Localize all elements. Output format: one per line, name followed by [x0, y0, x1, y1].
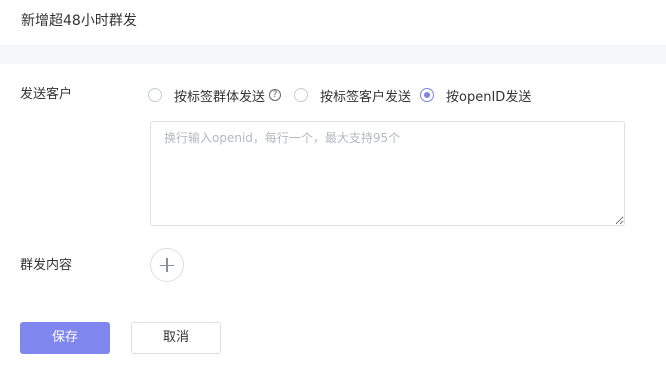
plus-icon-stroke [166, 258, 168, 272]
radio-by-tag-group[interactable]: 按标签群体发送 ? [148, 86, 285, 105]
page-title: 新增超48小时群发 [21, 13, 137, 29]
radio-label: 按标签客户发送 [320, 89, 412, 105]
recipient-label: 发送客户 [20, 87, 73, 102]
radio-label: 按标签群体发送 [174, 89, 266, 105]
radio-button[interactable] [148, 88, 162, 102]
page-header: 新增超48小时群发 [0, 0, 666, 45]
save-button[interactable]: 保存 [20, 322, 110, 354]
radio-button[interactable] [294, 88, 309, 102]
recipient-radio-group: 按标签群体发送 ? 按标签客户发送 按openID发送 [148, 86, 540, 105]
openid-input[interactable] [150, 121, 625, 226]
question-circle-icon[interactable]: ? [269, 89, 282, 101]
radio-button-selected[interactable] [420, 88, 435, 102]
content-label: 群发内容 [20, 258, 73, 273]
cancel-button[interactable]: 取消 [131, 322, 221, 354]
radio-label: 按openID发送 [446, 89, 532, 105]
radio-by-tag-customer[interactable]: 按标签客户发送 [294, 86, 411, 105]
add-content-button[interactable] [150, 248, 184, 282]
radio-by-openid[interactable]: 按openID发送 [420, 86, 531, 105]
